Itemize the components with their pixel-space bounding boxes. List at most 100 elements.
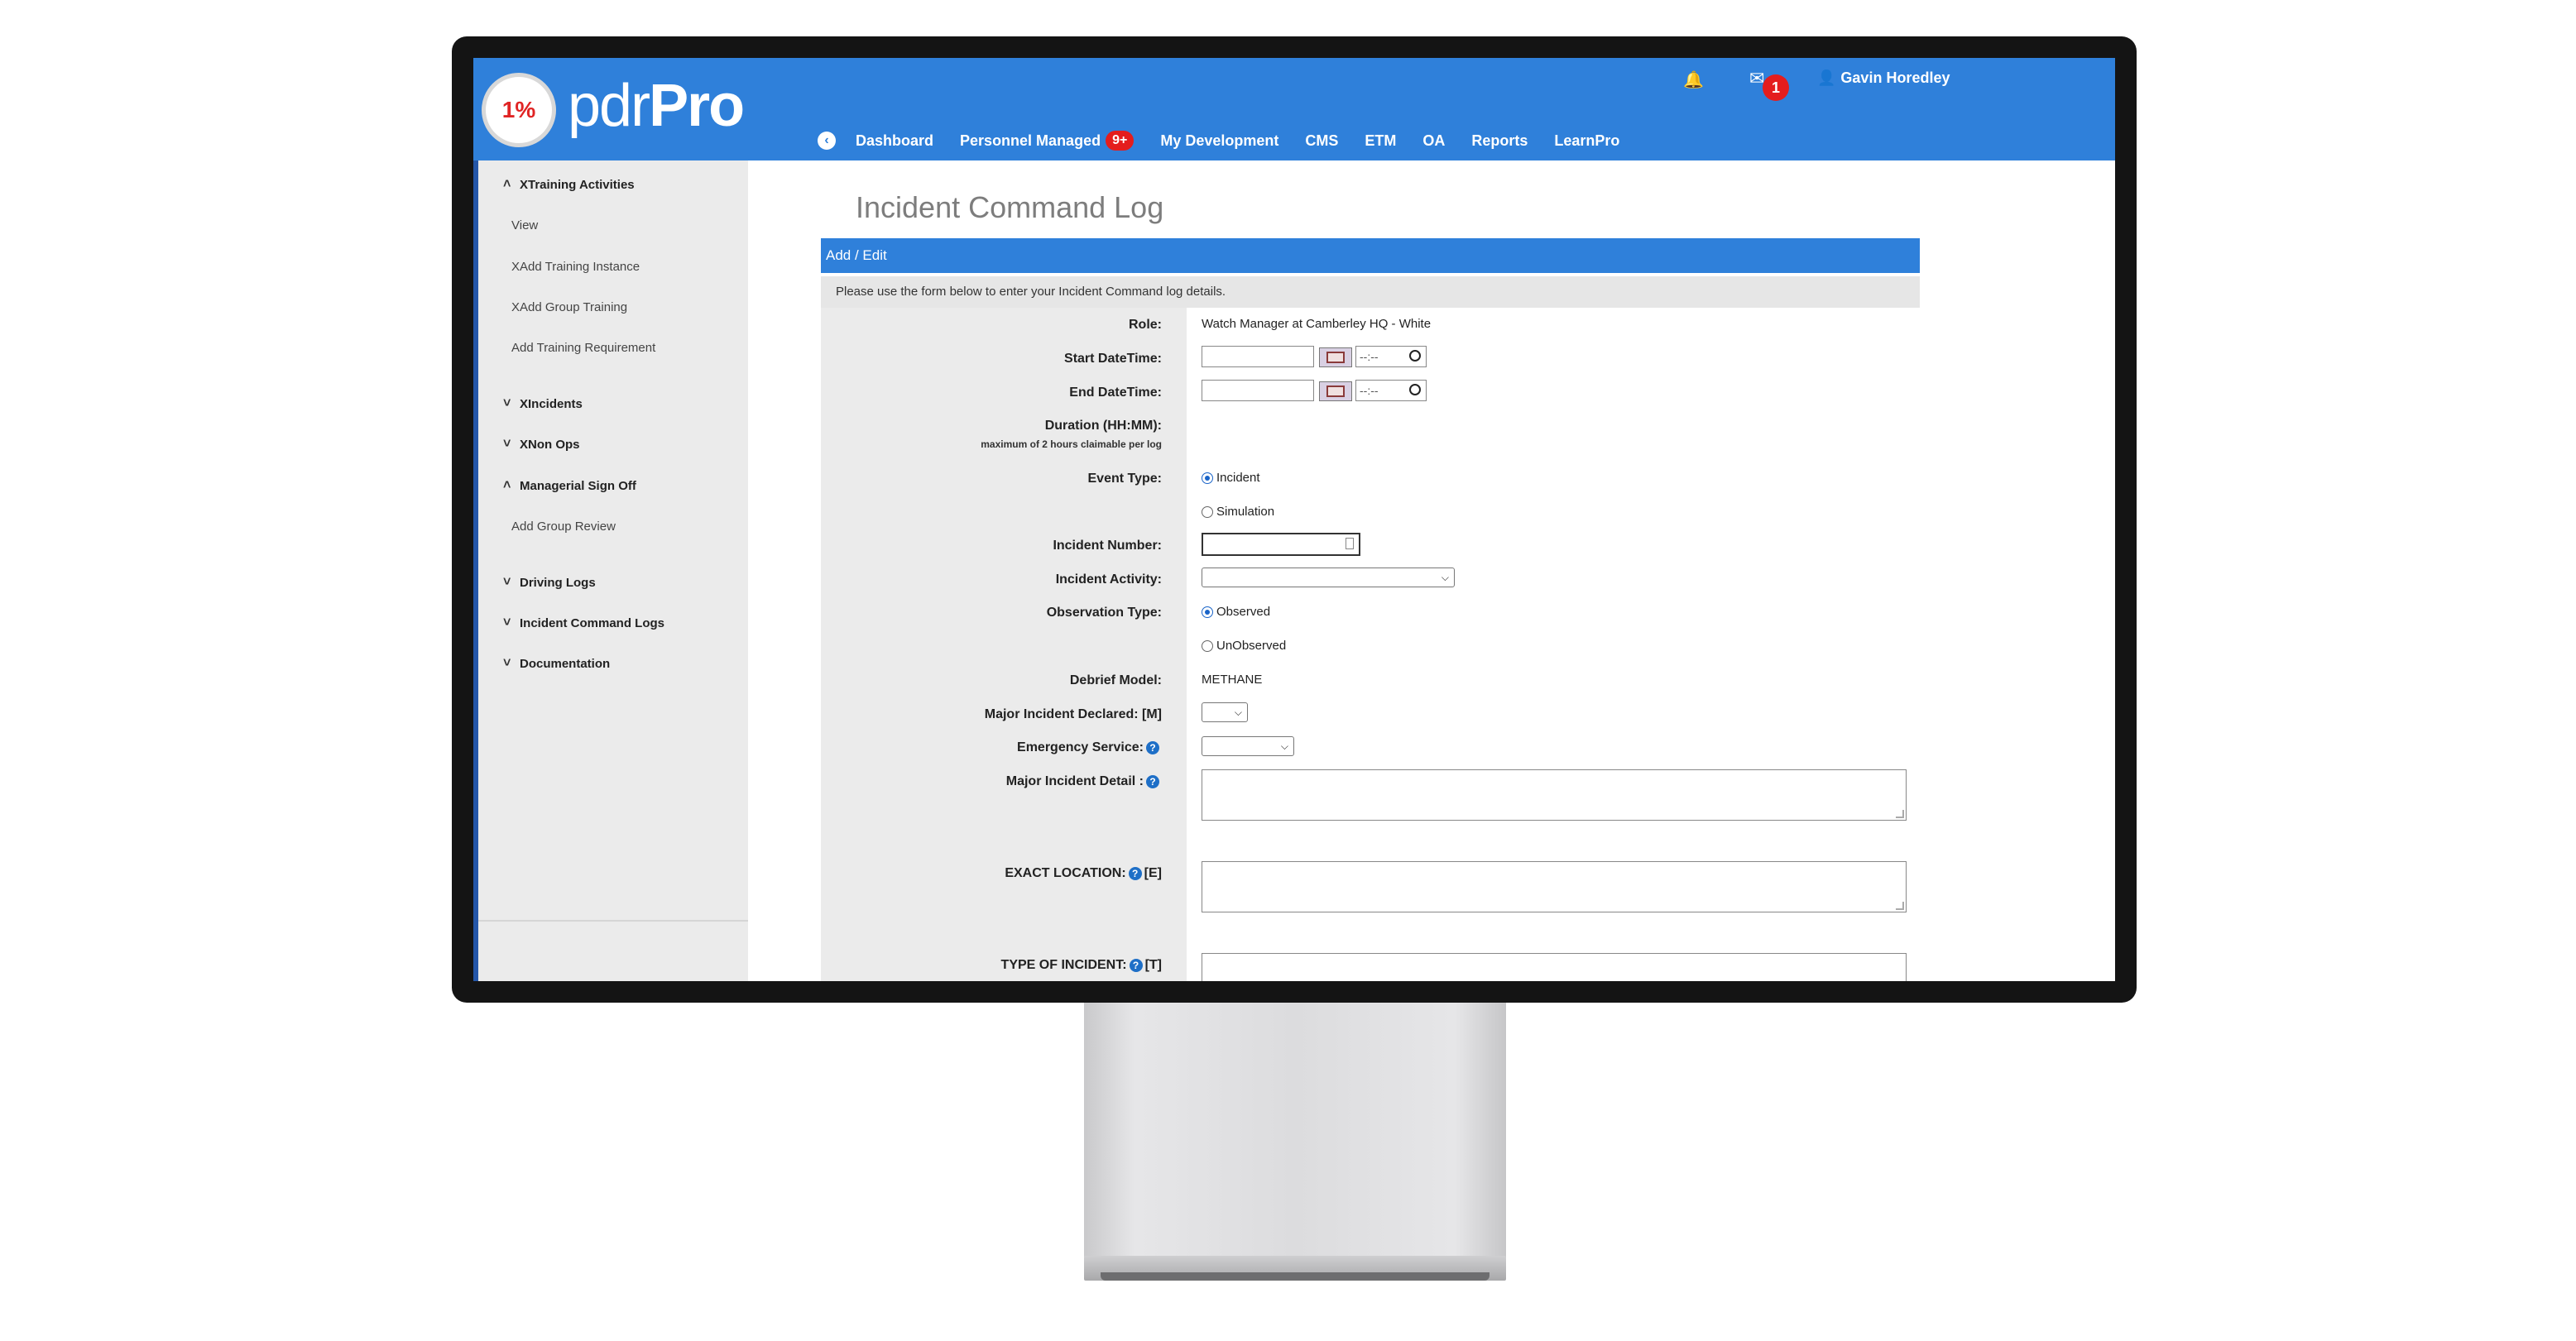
exact-location-label: EXACT LOCATION:? [E] xyxy=(821,866,1177,881)
help-icon[interactable]: ? xyxy=(1146,774,1159,788)
user-menu[interactable]: 👤 Gavin Horedley xyxy=(1817,69,1950,87)
nav-etm[interactable]: ETM xyxy=(1365,132,1396,150)
observation-unobserved-option[interactable]: UnObserved xyxy=(1202,639,1286,653)
sidebar-section-documentation[interactable]: ˅ Documentation xyxy=(503,656,610,671)
sidebar-item-add-training-instance[interactable]: XAdd Training Instance xyxy=(511,260,640,274)
type-of-incident-code: [T] xyxy=(1144,958,1162,972)
calendar-icon[interactable] xyxy=(1319,381,1352,401)
main-nav: ‹ Dashboard Personnel Managed 9+ My Deve… xyxy=(818,124,1646,157)
chevron-left-icon[interactable]: ‹ xyxy=(818,132,836,150)
progress-percent: 1% xyxy=(501,97,536,122)
role-label: Role: xyxy=(1129,318,1162,332)
start-time-input[interactable]: --:-- xyxy=(1355,346,1427,367)
incident-number-input[interactable] xyxy=(1202,533,1360,556)
observation-observed-option[interactable]: Observed xyxy=(1202,605,1270,619)
end-datetime-label: End DateTime: xyxy=(1069,386,1162,400)
duration-note: maximum of 2 hours claimable per log xyxy=(981,438,1162,450)
user-icon: 👤 xyxy=(1817,69,1836,86)
sidebar-section-incident-command-logs[interactable]: ˅ Incident Command Logs xyxy=(503,615,664,630)
field-helper-icon xyxy=(1346,538,1354,549)
chevron-down-icon: ˅ xyxy=(503,575,511,589)
event-type-label: Event Type: xyxy=(1087,472,1163,486)
nav-personnel-managed-label: Personnel Managed xyxy=(960,132,1101,149)
nav-my-development[interactable]: My Development xyxy=(1160,132,1278,150)
sidebar-section-managerial-sign-off[interactable]: ˄ Managerial Sign Off xyxy=(503,478,636,493)
bell-icon[interactable]: 🔔 xyxy=(1683,69,1704,90)
radio-unselected[interactable] xyxy=(1202,506,1213,519)
radio-label: Observed xyxy=(1216,605,1271,619)
debrief-model-label: Debrief Model: xyxy=(1069,673,1162,687)
nav-cms[interactable]: CMS xyxy=(1305,132,1338,150)
major-incident-declared-label: Major Incident Declared: [M] xyxy=(984,707,1162,721)
exact-location-code: [E] xyxy=(1144,866,1162,880)
radio-label: UnObserved xyxy=(1216,639,1287,653)
major-incident-detail-textarea[interactable] xyxy=(1202,769,1907,821)
major-incident-detail-label: Major Incident Detail :? xyxy=(821,774,1177,789)
nav-learnpro[interactable]: LearnPro xyxy=(1554,132,1619,150)
calendar-icon[interactable] xyxy=(1319,347,1352,367)
progress-logo[interactable]: 1% xyxy=(482,73,556,147)
sidebar: ˄ XTraining Activities View XAdd Trainin… xyxy=(473,160,748,981)
page-title: Incident Command Log xyxy=(856,190,1164,224)
monitor-stand xyxy=(1084,1003,1506,1267)
emergency-service-select[interactable]: ⌵ xyxy=(1202,736,1294,756)
sidebar-item-view[interactable]: View xyxy=(511,218,538,232)
help-icon[interactable]: ? xyxy=(1146,740,1159,754)
sidebar-section-label: XIncidents xyxy=(520,396,583,411)
observation-type-label: Observation Type: xyxy=(1046,606,1162,620)
nav-dashboard[interactable]: Dashboard xyxy=(856,132,933,150)
chevron-up-icon: ˄ xyxy=(503,177,511,191)
exact-location-textarea[interactable] xyxy=(1202,861,1907,912)
event-type-simulation-option[interactable]: Simulation xyxy=(1202,505,1274,519)
event-type-incident-option[interactable]: Incident xyxy=(1202,471,1260,485)
type-of-incident-text: TYPE OF INCIDENT: xyxy=(1000,958,1127,972)
chevron-down-icon: ˅ xyxy=(503,615,511,630)
chevron-down-icon: ⌵ xyxy=(1441,572,1449,583)
end-time-input[interactable]: --:-- xyxy=(1355,380,1427,401)
nav-reports[interactable]: Reports xyxy=(1471,132,1528,150)
sidebar-section-driving-logs[interactable]: ˅ Driving Logs xyxy=(503,575,596,590)
time-placeholder: --:-- xyxy=(1360,350,1379,363)
sidebar-section-non-ops[interactable]: ˅ XNon Ops xyxy=(503,437,580,452)
panel-header: Add / Edit xyxy=(821,238,1920,273)
clock-icon xyxy=(1409,350,1421,362)
sidebar-section-label: Incident Command Logs xyxy=(520,615,665,630)
brand-light: pdr xyxy=(568,73,650,139)
start-date-input[interactable] xyxy=(1202,346,1314,367)
help-icon[interactable]: ? xyxy=(1129,958,1143,972)
top-bar: 1% pdrPro 🔔 ✉ 1 👤 Gavin Horedley ‹ Dashb… xyxy=(473,58,2115,160)
sidebar-item-add-training-requirement[interactable]: Add Training Requirement xyxy=(511,341,655,355)
brand-logo[interactable]: pdrPro xyxy=(568,71,745,141)
panel-intro: Please use the form below to enter your … xyxy=(821,276,1920,308)
sidebar-item-add-group-review[interactable]: Add Group Review xyxy=(511,520,616,534)
end-date-input[interactable] xyxy=(1202,380,1314,401)
nav-personnel-managed[interactable]: Personnel Managed 9+ xyxy=(960,131,1134,151)
radio-unselected[interactable] xyxy=(1202,640,1213,653)
help-icon[interactable]: ? xyxy=(1128,866,1142,880)
sidebar-section-label: Documentation xyxy=(520,656,611,671)
clock-icon xyxy=(1409,384,1421,395)
type-of-incident-textarea[interactable] xyxy=(1202,953,1907,981)
sidebar-item-add-group-training[interactable]: XAdd Group Training xyxy=(511,300,627,314)
personnel-managed-badge: 9+ xyxy=(1106,131,1134,151)
brand-bold: Pro xyxy=(649,73,745,139)
major-incident-declared-select[interactable]: ⌵ xyxy=(1202,702,1248,722)
role-value: Watch Manager at Camberley HQ - White xyxy=(1202,317,1432,331)
sidebar-section-training-activities[interactable]: ˄ XTraining Activities xyxy=(503,177,635,192)
sidebar-section-incidents[interactable]: ˅ XIncidents xyxy=(503,396,583,411)
duration-label: Duration (HH:MM): xyxy=(1044,419,1162,433)
sidebar-section-label: Driving Logs xyxy=(520,575,596,590)
debrief-model-value: METHANE xyxy=(1202,673,1263,687)
radio-selected[interactable] xyxy=(1202,472,1213,485)
start-datetime-label: Start DateTime: xyxy=(1064,352,1162,366)
type-of-incident-label: TYPE OF INCIDENT:? [T] xyxy=(821,958,1177,973)
radio-label: Simulation xyxy=(1216,505,1275,519)
incident-number-label: Incident Number: xyxy=(1053,539,1162,553)
radio-selected[interactable] xyxy=(1202,606,1213,619)
sidebar-section-label: Managerial Sign Off xyxy=(520,478,636,493)
major-incident-detail-text: Major Incident Detail : xyxy=(1005,774,1144,788)
chevron-down-icon: ˅ xyxy=(503,396,511,410)
chevron-down-icon: ˅ xyxy=(503,656,511,670)
incident-activity-select[interactable]: ⌵ xyxy=(1202,568,1455,587)
nav-oa[interactable]: OA xyxy=(1422,132,1445,150)
